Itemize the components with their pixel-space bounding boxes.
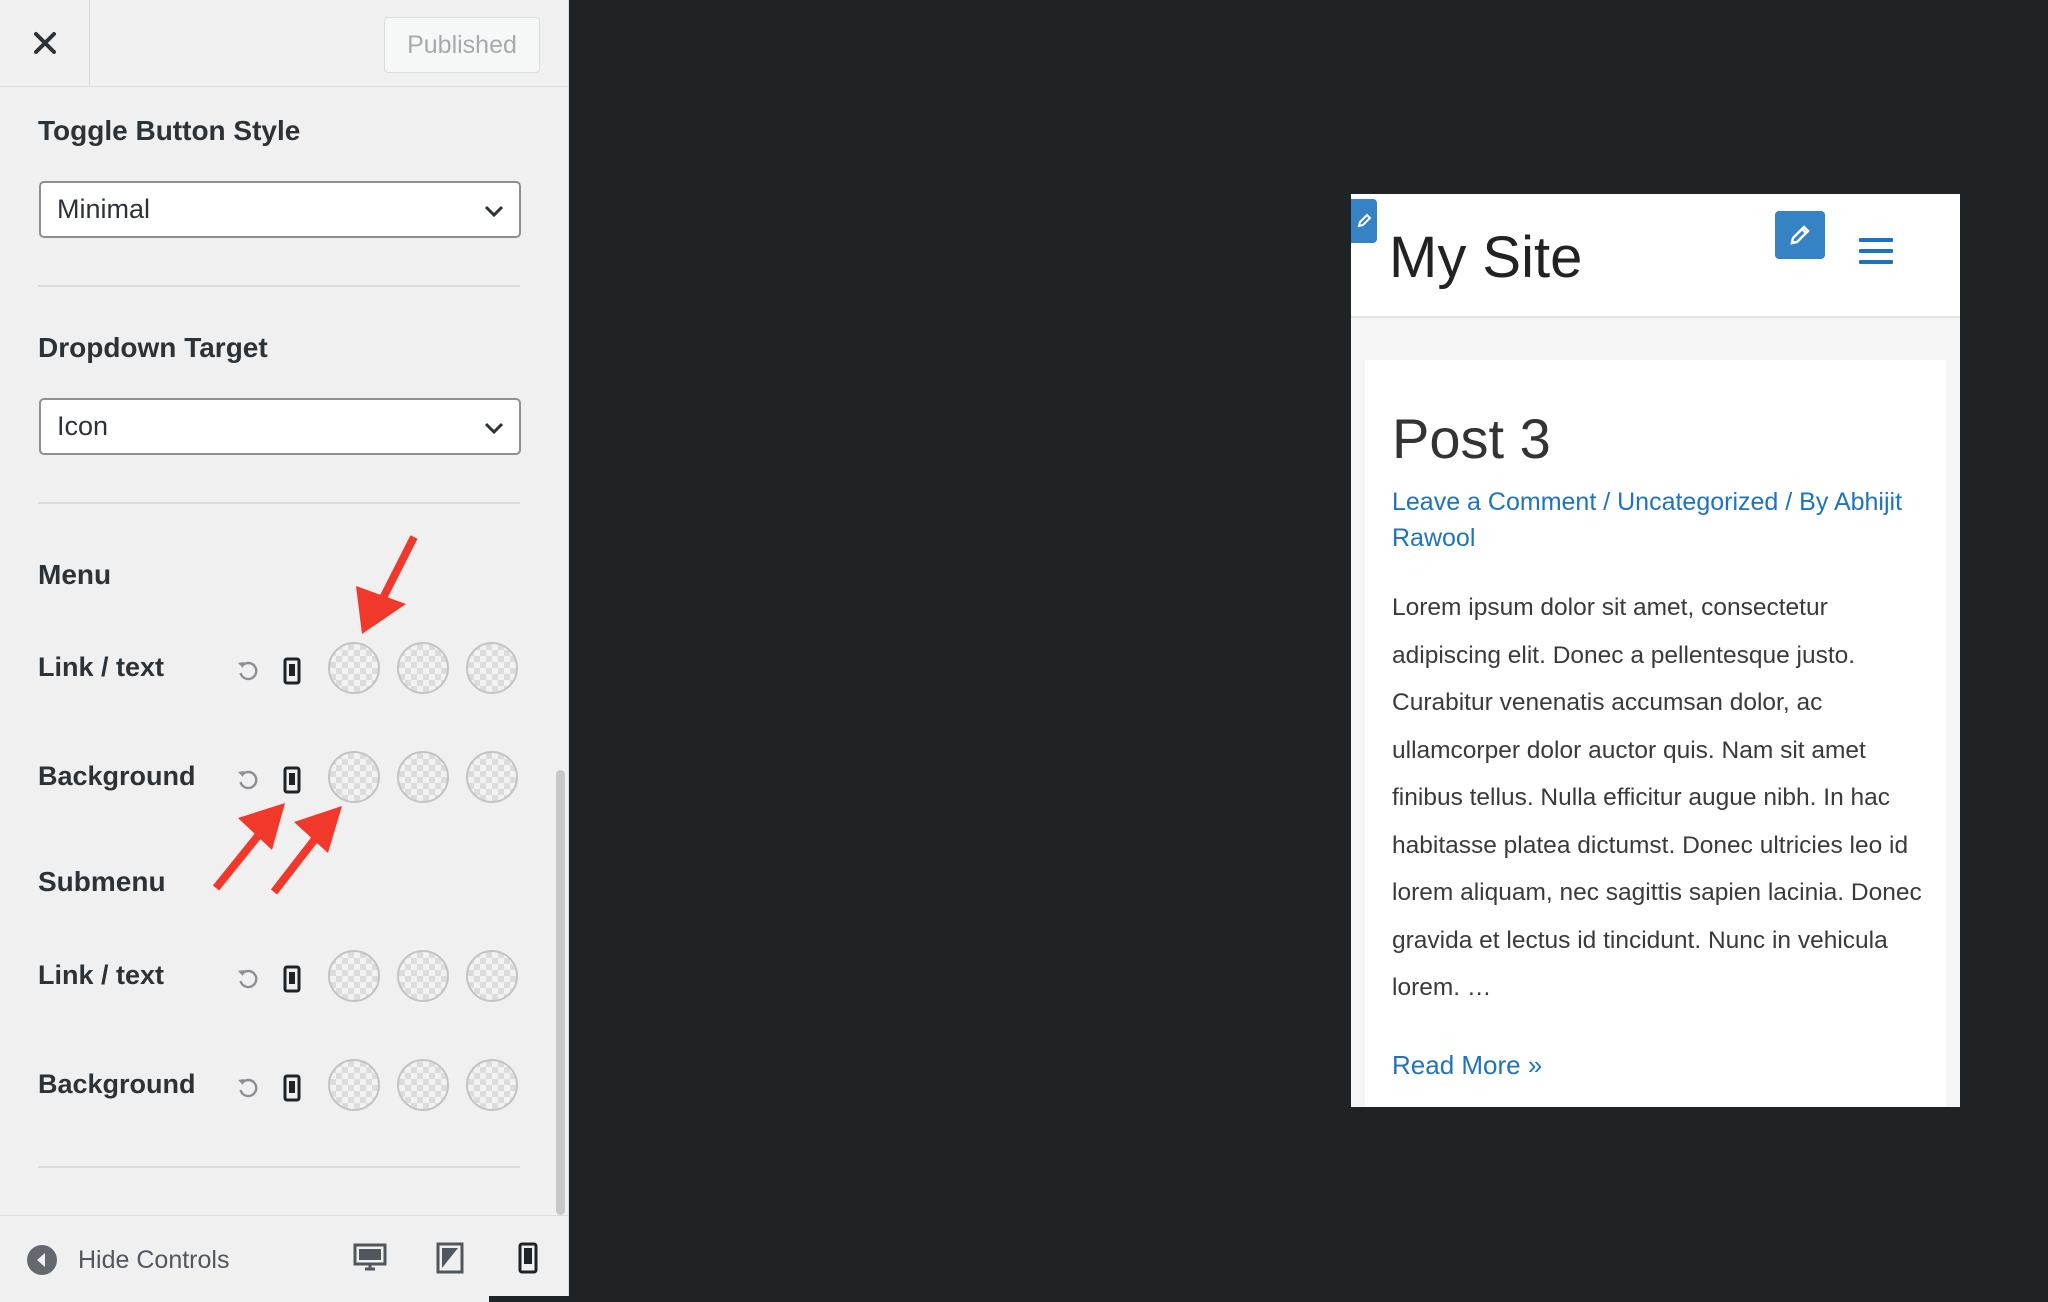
toggle-button-style-label: Toggle Button Style <box>38 115 301 146</box>
mobile-icon <box>518 1242 538 1274</box>
meta-separator: / By <box>1778 488 1834 516</box>
dropdown-target-select[interactable]: Icon <box>39 398 521 455</box>
menu-link-color-row: Link / text <box>0 640 568 700</box>
color-row-label: Link / text <box>38 652 165 682</box>
toggle-button-style-select[interactable]: Minimal <box>39 181 521 238</box>
color-swatch-hover[interactable] <box>397 950 449 1002</box>
color-swatch-hover[interactable] <box>397 642 449 694</box>
hamburger-line <box>1859 260 1893 264</box>
mobile-device-icon[interactable] <box>283 657 301 685</box>
post-card: Post 3 Leave a Comment / Uncategorized /… <box>1365 360 1946 1107</box>
submenu-heading: Submenu <box>38 866 166 897</box>
collapse-arrow-icon <box>27 1245 57 1275</box>
color-swatch-active[interactable] <box>466 642 518 694</box>
color-swatch-hover[interactable] <box>397 751 449 803</box>
post-meta: Leave a Comment / Uncategorized / By Abh… <box>1392 484 1932 556</box>
meta-separator: / <box>1596 488 1618 516</box>
chevron-down-icon <box>484 205 504 218</box>
mobile-device-icon[interactable] <box>283 766 301 794</box>
section-divider <box>38 285 520 287</box>
pencil-icon <box>1790 225 1810 245</box>
color-row-label: Background <box>38 761 196 791</box>
edit-shortcut-button[interactable] <box>1351 199 1377 243</box>
hamburger-line <box>1859 238 1893 242</box>
reset-icon[interactable] <box>236 768 260 792</box>
read-more-link[interactable]: Read More » <box>1392 1050 1542 1081</box>
color-swatch-normal[interactable] <box>328 1059 380 1111</box>
color-swatch-active[interactable] <box>466 1059 518 1111</box>
site-title[interactable]: My Site <box>1389 224 1582 291</box>
reset-icon[interactable] <box>236 1076 260 1100</box>
preview-desktop-button[interactable] <box>348 1236 392 1280</box>
submenu-link-color-row: Link / text <box>0 948 568 1008</box>
color-swatch-normal[interactable] <box>328 751 380 803</box>
reset-icon[interactable] <box>236 659 260 683</box>
menu-background-color-row: Background <box>0 749 568 809</box>
sidebar-scrollbar[interactable] <box>556 770 565 1215</box>
leave-comment-link[interactable]: Leave a Comment <box>1392 488 1596 516</box>
controls-panel: Toggle Button Style Minimal Dropdown Tar… <box>0 87 568 1215</box>
mobile-device-icon[interactable] <box>283 1074 301 1102</box>
hide-controls-label: Hide Controls <box>78 1245 230 1274</box>
customizer-header: Published <box>0 0 568 87</box>
desktop-icon <box>353 1243 387 1271</box>
reset-icon[interactable] <box>236 967 260 991</box>
edit-menu-shortcut-button[interactable] <box>1775 211 1825 259</box>
section-divider <box>38 502 520 504</box>
chevron-down-icon <box>484 422 504 435</box>
post-excerpt: Lorem ipsum dolor sit amet, consectetur … <box>1392 594 1922 1001</box>
dropdown-target-value: Icon <box>57 411 109 441</box>
color-swatch-active[interactable] <box>466 950 518 1002</box>
color-row-label: Background <box>38 1069 196 1099</box>
pencil-icon <box>1357 213 1372 228</box>
menu-toggle-button[interactable] <box>1859 238 1895 266</box>
site-header: My Site <box>1351 194 1960 318</box>
section-divider <box>38 1166 520 1168</box>
active-device-indicator <box>489 1296 569 1302</box>
mobile-device-icon[interactable] <box>283 965 301 993</box>
menu-heading: Menu <box>38 559 112 590</box>
color-swatch-active[interactable] <box>466 751 518 803</box>
preview-tablet-button[interactable] <box>428 1236 472 1280</box>
preview-mobile-button[interactable] <box>506 1236 550 1280</box>
hide-controls-button[interactable]: Hide Controls <box>26 1244 229 1276</box>
toggle-button-style-value: Minimal <box>57 194 151 224</box>
color-swatch-normal[interactable] <box>328 950 380 1002</box>
color-swatch-hover[interactable] <box>397 1059 449 1111</box>
submenu-background-color-row: Background <box>0 1057 568 1117</box>
published-button[interactable]: Published <box>384 17 540 73</box>
customizer-footer: Hide Controls <box>0 1215 569 1302</box>
close-icon <box>33 32 56 54</box>
hamburger-line <box>1859 249 1893 253</box>
post-title[interactable]: Post 3 <box>1392 406 1551 471</box>
dropdown-target-label: Dropdown Target <box>38 332 268 363</box>
site-preview: My Site Post 3 Leave a Comment / Uncateg… <box>1351 194 1960 1107</box>
color-swatch-normal[interactable] <box>328 642 380 694</box>
close-customizer-button[interactable] <box>0 0 90 86</box>
category-link[interactable]: Uncategorized <box>1617 488 1778 516</box>
customizer-sidebar: Published Toggle Button Style Minimal Dr… <box>0 0 569 1302</box>
tablet-icon <box>436 1242 464 1274</box>
color-row-label: Link / text <box>38 960 165 990</box>
